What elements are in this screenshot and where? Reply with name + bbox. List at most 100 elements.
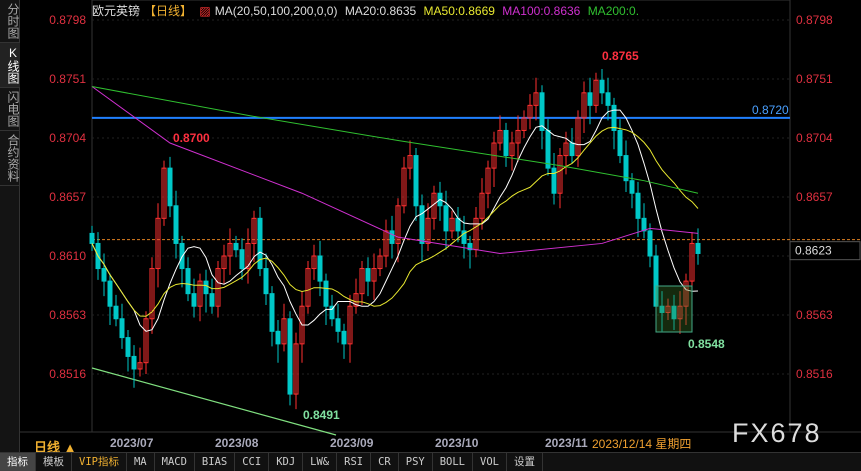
candle-body — [173, 205, 179, 244]
price-tick-left: 0.8704 — [49, 131, 86, 145]
chart-header: 欧元英镑 【日线】 ▨ MA(20,50,100,200,0,0) MA20:0.8… — [92, 2, 643, 19]
candle-body — [101, 268, 107, 282]
price-tick-left: 0.8751 — [49, 72, 86, 86]
x-label: 2023/08 — [215, 436, 259, 450]
trend-line — [91, 367, 337, 436]
ma20-value: MA20:0.8635 — [344, 4, 417, 18]
candle-body — [413, 155, 419, 207]
tab-macd[interactable]: MACD — [155, 453, 195, 471]
candle-body — [503, 129, 509, 157]
left-view-tabs: 分时图 K线图 闪电图 合约资料 — [0, 0, 20, 452]
candle-body — [119, 318, 125, 339]
candle-body — [317, 255, 323, 282]
ma100-value: MA100:0.8636 — [502, 4, 581, 18]
candle-body — [185, 268, 191, 295]
candle-body — [167, 167, 173, 207]
tab-cr[interactable]: CR — [371, 453, 399, 471]
candle-body — [647, 230, 653, 257]
price-tick-left: 0.8610 — [49, 249, 86, 263]
candle-body — [125, 337, 131, 357]
price-tick-left: 0.8516 — [49, 367, 86, 381]
ma-params: MA(20,50,100,200,0,0) — [214, 4, 338, 18]
candle-body — [419, 205, 425, 244]
ma200-value: MA200:0. — [587, 4, 640, 18]
price-tick-right: 0.8751 — [796, 72, 833, 86]
plot-frame — [91, 0, 791, 433]
candle-body — [599, 79, 605, 94]
indicator-tabbar: 指标 模板 VIP指标 MA MACD BIAS CCI KDJ LW& RSI… — [0, 452, 861, 471]
candle-body — [239, 249, 245, 270]
candle-body — [203, 280, 209, 295]
price-tick-right: 0.8516 — [796, 367, 833, 381]
price-tick-right: 0.8798 — [796, 13, 833, 27]
tab-vol[interactable]: VOL — [473, 453, 507, 471]
price-tick-right: 0.8563 — [796, 308, 833, 322]
tab-lw[interactable]: LW& — [303, 453, 338, 471]
ma50-line — [91, 126, 699, 317]
tab-indicator[interactable]: 指标 — [0, 453, 36, 471]
tab-cci[interactable]: CCI — [235, 453, 270, 471]
tab-ma[interactable]: MA — [127, 453, 155, 471]
candle-body — [209, 293, 215, 307]
tab-timeshare[interactable]: 分时图 — [0, 0, 20, 43]
candle-body — [641, 217, 647, 232]
candle-body — [617, 129, 623, 157]
annotation-high: 0.8765 — [602, 49, 639, 63]
kline-chart[interactable]: 0.8798 0.8798 0.8751 0.8751 0.8704 0.8704 0.86… — [20, 0, 861, 452]
candle-body — [365, 268, 371, 282]
candle-body — [539, 92, 545, 131]
tab-template[interactable]: 模板 — [36, 453, 72, 471]
current-price-label: 0.8623 — [795, 244, 832, 258]
selection-box — [655, 285, 693, 333]
candle-body — [587, 92, 593, 106]
candle-body — [695, 242, 701, 254]
tab-kdj[interactable]: KDJ — [269, 453, 304, 471]
annotation-aug-low: 0.8491 — [303, 408, 340, 422]
tab-kline[interactable]: K线图 — [0, 43, 20, 88]
tab-vip-indicator[interactable]: VIP指标 — [72, 453, 127, 471]
candle-body — [263, 268, 269, 295]
selected-date: 2023/12/14 星期四 — [592, 435, 692, 452]
ma-chart-icon[interactable]: ▨ — [199, 4, 210, 18]
x-label: 2023/10 — [435, 436, 479, 450]
tab-settings[interactable]: 设置 — [507, 453, 543, 471]
tab-bias[interactable]: BIAS — [195, 453, 236, 471]
price-tick-right: 0.8657 — [796, 190, 833, 204]
candle-body — [287, 318, 293, 395]
hline-label: 0.8720 — [752, 103, 789, 117]
candle-body — [131, 355, 137, 370]
candle-body — [335, 318, 341, 332]
candle-body — [107, 280, 113, 307]
candle-body — [551, 167, 557, 194]
tab-boll[interactable]: BOLL — [433, 453, 474, 471]
candle-body — [113, 305, 119, 320]
candle-body — [275, 330, 281, 345]
candle-body — [455, 217, 461, 232]
candle-body — [89, 232, 95, 244]
period-label: 【日线】 — [144, 4, 193, 18]
x-label: 2023/09 — [330, 436, 374, 450]
candle-body — [269, 293, 275, 332]
logo-watermark: FX678 — [732, 418, 822, 448]
tab-psy[interactable]: PSY — [399, 453, 433, 471]
candle-body — [233, 242, 239, 251]
candle-body — [389, 230, 395, 244]
price-tick-right: 0.8704 — [796, 131, 833, 145]
candle-body — [605, 92, 611, 106]
candle-body — [323, 280, 329, 307]
candle-body — [545, 129, 551, 169]
candle-body — [341, 330, 347, 345]
tab-flash[interactable]: 闪电图 — [0, 88, 20, 131]
tab-rsi[interactable]: RSI — [337, 453, 372, 471]
price-tick-left: 0.8657 — [49, 190, 86, 204]
price-tick-left: 0.8563 — [49, 308, 86, 322]
candle-body — [443, 205, 449, 232]
x-label: 2023/07 — [110, 436, 154, 450]
tab-contract-info[interactable]: 合约资料 — [0, 131, 20, 186]
candle-body — [611, 104, 617, 131]
candle-body — [635, 192, 641, 219]
candle-body — [191, 293, 197, 307]
x-label: 2023/11 — [545, 436, 588, 450]
ma50-value: MA50:0.8669 — [423, 4, 495, 18]
annotation-dec-low: 0.8548 — [688, 337, 725, 351]
